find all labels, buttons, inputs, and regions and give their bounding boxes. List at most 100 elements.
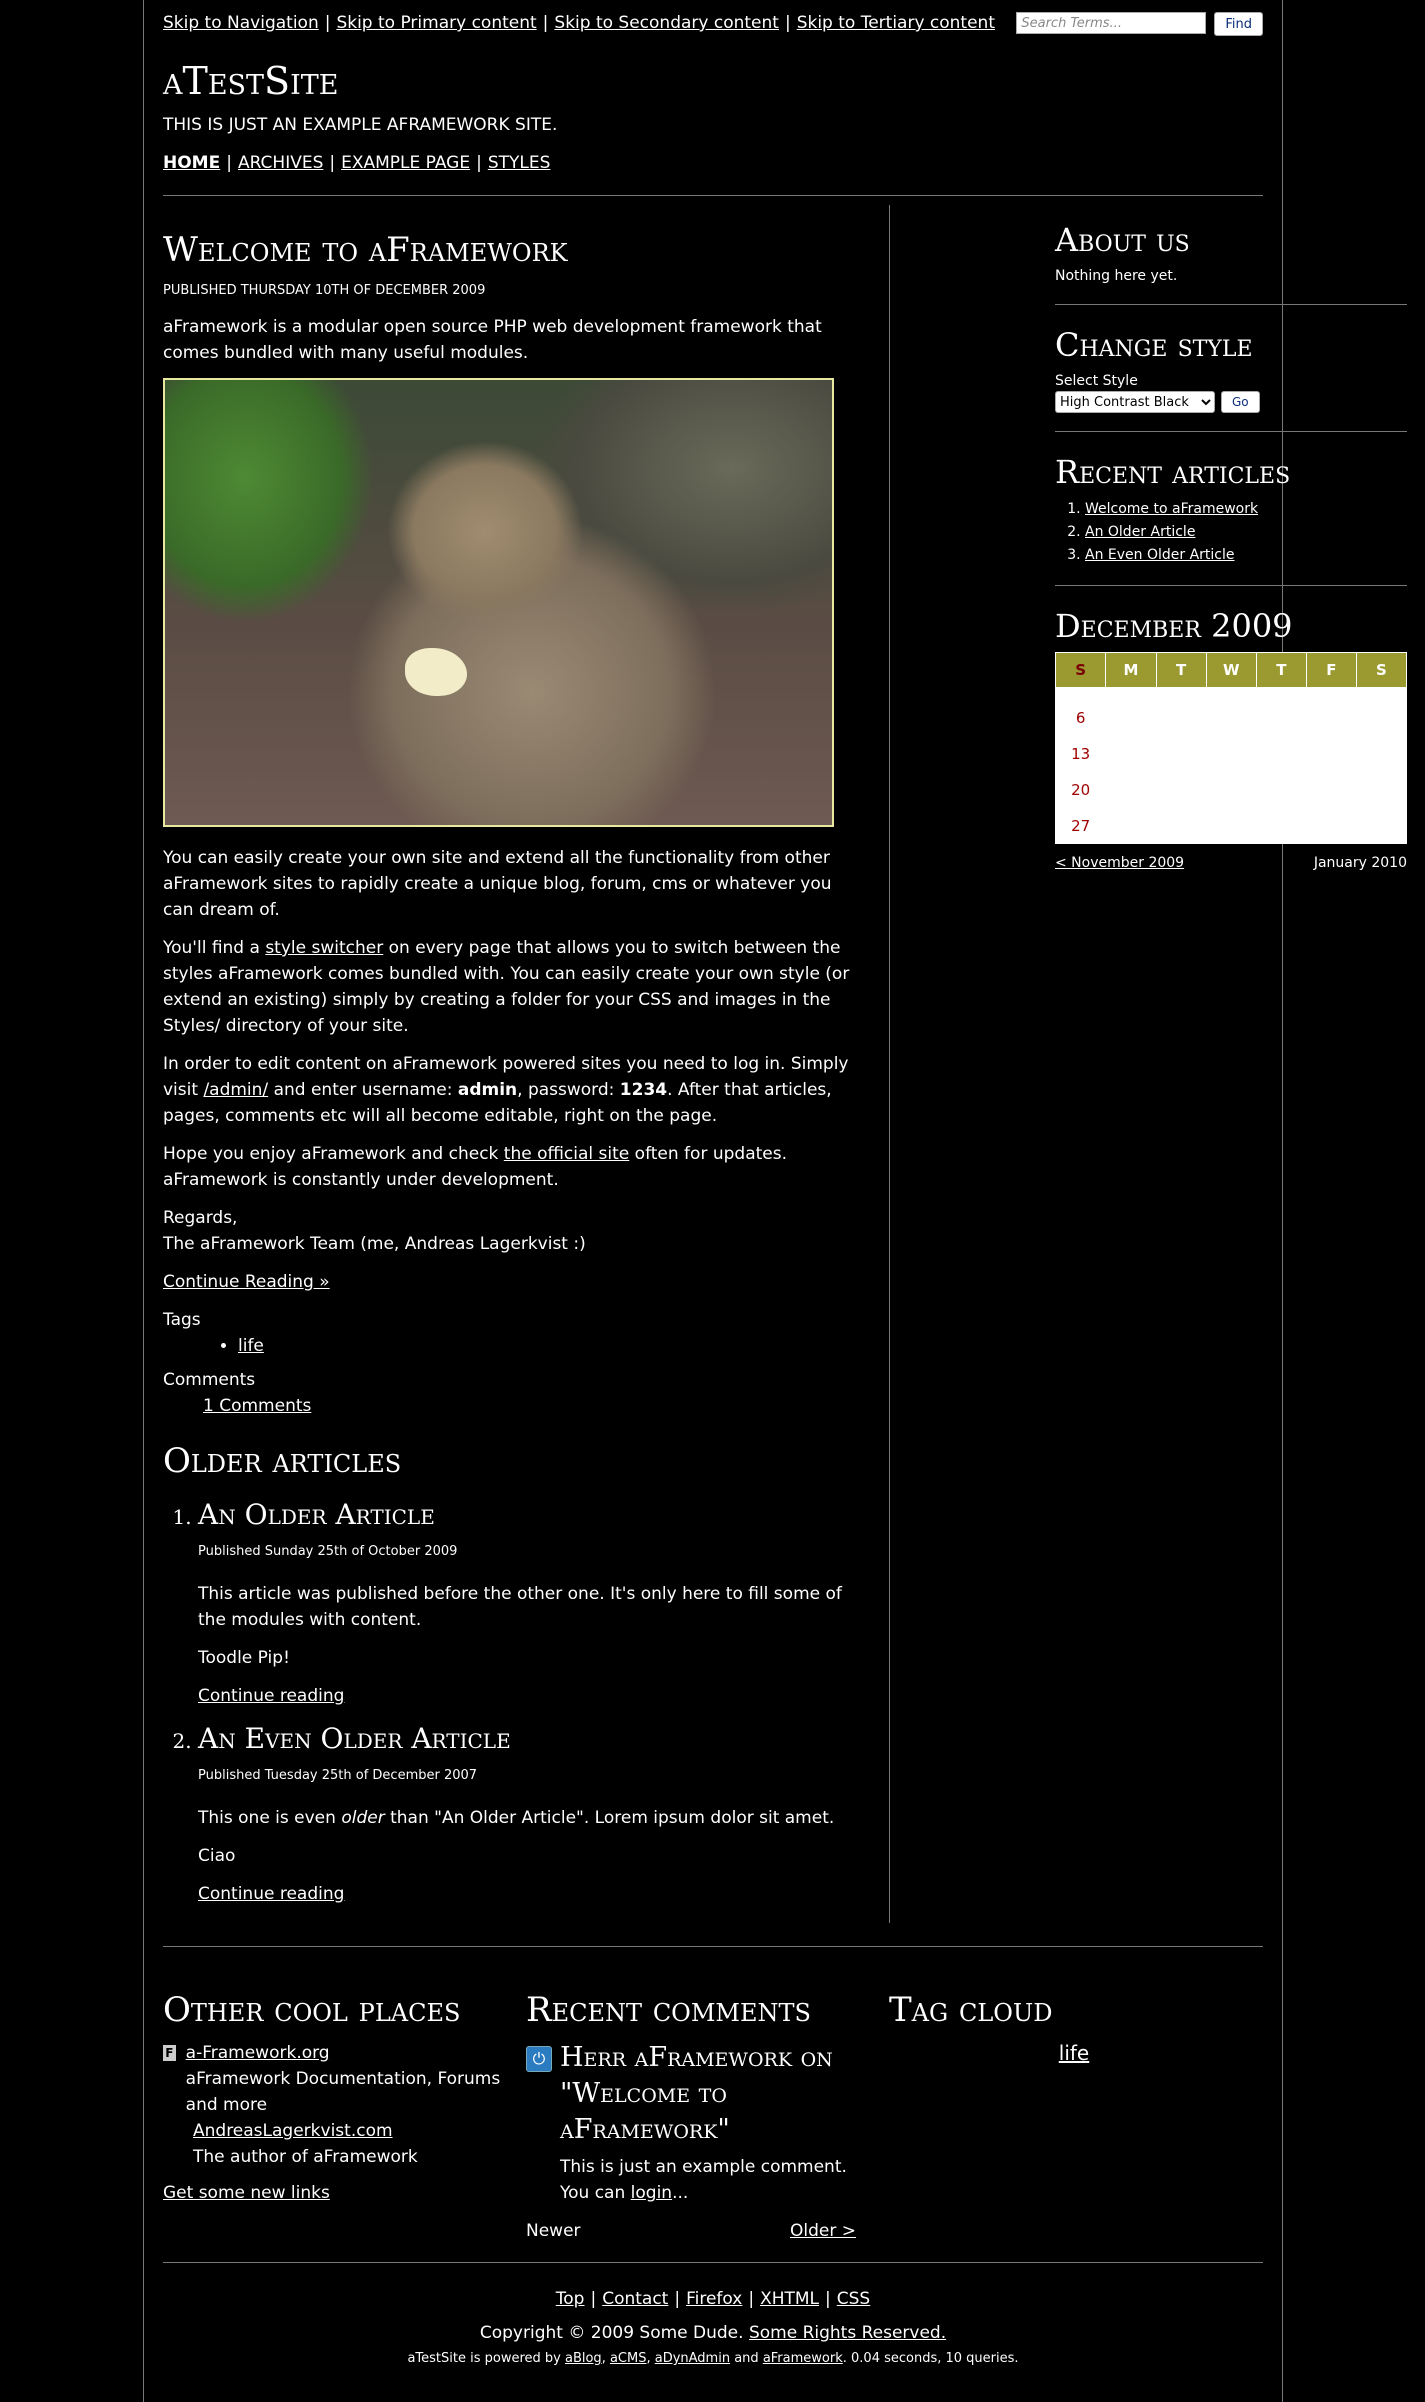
article-intro: aFramework is a modular open source PHP … (163, 317, 822, 363)
search-input[interactable] (1016, 12, 1207, 34)
skip-to-tertiary-link[interactable]: Skip to Tertiary content (797, 13, 995, 33)
recent-article-link[interactable]: An Even Older Article (1085, 547, 1235, 563)
text-emphasis: older (341, 1808, 385, 1828)
skip-to-navigation-link[interactable]: Skip to Navigation (163, 13, 319, 33)
calendar-day: 20 (1071, 781, 1091, 799)
older-articles-list: An Older Article Published Sunday 25th o… (163, 1497, 853, 1907)
older-article-paragraph: This article was published before the ot… (198, 1584, 842, 1630)
rights-link[interactable]: Some Rights Reserved. (749, 2323, 946, 2343)
older-link[interactable]: Older > (790, 2218, 856, 2244)
recent-article-item: An Even Older Article (1085, 544, 1407, 567)
comment-title[interactable]: Herr aFramework on "Welcome to aFramewor… (560, 2040, 856, 2148)
text: This one is even (198, 1808, 342, 1828)
calendar-heading: December 2009 (1055, 607, 1293, 645)
comments-label: Comments (163, 1370, 256, 1390)
text: Copyright © 2009 Some Dude. (479, 2323, 749, 2343)
footer-xhtml-link[interactable]: XHTML (760, 2289, 819, 2309)
footer-contact-link[interactable]: Contact (602, 2289, 668, 2309)
style-select[interactable]: High Contrast Black (1055, 391, 1215, 413)
older-article-title[interactable]: An Older Article (198, 1497, 853, 1533)
calendar-next-label: January 2010 (1313, 855, 1407, 871)
go-button[interactable]: Go (1221, 391, 1260, 413)
admin-link[interactable]: /admin/ (203, 1080, 268, 1100)
older-article-continue-link[interactable]: Continue reading (198, 1884, 344, 1904)
calendar-day: 6 (1075, 709, 1086, 727)
text: Hope you enjoy aFramework and check (163, 1144, 504, 1164)
calendar-prev-link[interactable]: < November 2009 (1055, 850, 1184, 876)
about-block: About us Nothing here yet. (1055, 220, 1407, 305)
footer-firefox-link[interactable]: Firefox (686, 2289, 742, 2309)
nav-home[interactable]: Home (163, 153, 220, 173)
aframework-link[interactable]: aFramework (763, 2351, 843, 2366)
nav-styles[interactable]: Styles (488, 153, 551, 173)
about-heading: About us (1055, 221, 1190, 259)
recent-article-link[interactable]: An Older Article (1085, 524, 1195, 540)
login-link[interactable]: login (631, 2183, 672, 2203)
text: , password: (517, 1080, 620, 1100)
older-article-paragraph: This one is even older than "An Older Ar… (198, 1805, 853, 1831)
older-article-item: An Older Article Published Sunday 25th o… (198, 1497, 853, 1709)
older-article-continue-link[interactable]: Continue reading (198, 1686, 344, 1706)
older-articles-heading: Older articles (163, 1441, 402, 1481)
tag-cloud-heading: Tag cloud (889, 1990, 1053, 2030)
ablog-link[interactable]: aBlog (565, 2351, 602, 2366)
article-paragraph-1: You can easily create your own site and … (163, 848, 832, 920)
site-title[interactable]: aTestSite (163, 58, 338, 104)
nav-archives[interactable]: Archives (238, 153, 323, 173)
comments-count-link[interactable]: 1 Comments (203, 1396, 311, 1416)
header-divider (163, 195, 1263, 196)
acms-link[interactable]: aCMS (610, 2351, 647, 2366)
tag-cloud-life-link[interactable]: life (1059, 2041, 1089, 2065)
recent-comments-heading: Recent comments (526, 1990, 811, 2030)
recent-article-link[interactable]: Welcome to aFramework (1085, 501, 1258, 517)
other-places-block: Other cool places F a-Framework.org aFra… (163, 1990, 503, 2206)
footer-css-link[interactable]: CSS (837, 2289, 870, 2309)
calendar-spacer (1056, 688, 1407, 701)
article-paragraph-3: In order to edit content on aFramework p… (163, 1051, 853, 1129)
andreaslagerkvist-link[interactable]: AndreasLagerkvist.com (193, 2121, 393, 2141)
get-new-links-link[interactable]: Get some new links (163, 2183, 330, 2203)
article-regards: Regards, (163, 1208, 238, 1228)
continue-reading-link[interactable]: Continue Reading » (163, 1272, 330, 1292)
calendar-day-header: T (1255, 652, 1307, 688)
calendar-day-header: M (1105, 652, 1157, 688)
tag-item: life (238, 1333, 853, 1359)
powered-by: aTestSite is powered by aBlog, aCMS, aDy… (407, 2351, 1019, 2366)
page-wrapper: Skip to Navigation | Skip to Primary conte… (143, 0, 1408, 2402)
article-title[interactable]: Welcome to aFramework (163, 230, 853, 270)
change-style-block: Change style Select Style High Contrast … (1055, 325, 1407, 432)
skip-to-primary-link[interactable]: Skip to Primary content (336, 13, 536, 33)
recent-comments-block: Recent comments ⏻ Herr aFramework on "We… (526, 1990, 856, 2244)
recent-articles-heading: Recent articles (1055, 453, 1291, 491)
style-switcher-link[interactable]: style switcher (265, 938, 383, 958)
official-site-link[interactable]: the official site (504, 1144, 629, 1164)
tag-life-link[interactable]: life (238, 1336, 264, 1356)
text: This is just an example comment. You can (560, 2157, 847, 2203)
text: aTestSite is powered by (407, 2351, 565, 2366)
text: . 0.04 seconds, 10 queries. (842, 2351, 1019, 2366)
skip-links: Skip to Navigation | Skip to Primary conte… (163, 13, 996, 33)
tags-label: Tags (163, 1310, 201, 1330)
older-article-title[interactable]: An Even Older Article (198, 1721, 853, 1757)
link-description: aFramework Documentation, Forums and mor… (185, 2069, 501, 2115)
site-favicon-icon: F (163, 2045, 176, 2061)
skip-to-secondary-link[interactable]: Skip to Secondary content (554, 13, 779, 33)
nav-example-page[interactable]: Example Page (341, 153, 470, 173)
adynadmin-link[interactable]: aDynAdmin (655, 2351, 730, 2366)
older-article-date: Published Sunday 25th of October 2009 (198, 1544, 458, 1559)
text: and enter username: (268, 1080, 458, 1100)
older-article-date: Published Tuesday 25th of December 2007 (198, 1768, 478, 1783)
aframework-org-link[interactable]: a-Framework.org (186, 2043, 330, 2063)
calendar-day-header: S (1054, 652, 1107, 688)
footer-top-link[interactable]: Top (556, 2289, 585, 2309)
article-signoff: The aFramework Team (me, Andreas Lagerkv… (163, 1234, 586, 1254)
main-navigation: Home | Archives | Example Page | Styles (163, 153, 551, 173)
calendar-table: S M T W T F S 6 13 20 27 (1054, 652, 1408, 844)
footer-links: Top | Contact | Firefox | XHTML | CSS (555, 2289, 871, 2309)
article-published-date: Published Thursday 10th of December 2009 (163, 283, 486, 298)
find-button[interactable]: Find (1214, 12, 1263, 36)
recent-articles-block: Recent articles Welcome to aFramework An… (1055, 452, 1407, 586)
text: ... (672, 2183, 689, 2203)
text: You'll find a (163, 938, 266, 958)
article-paragraph-4: Hope you enjoy aFramework and check the … (163, 1141, 853, 1193)
